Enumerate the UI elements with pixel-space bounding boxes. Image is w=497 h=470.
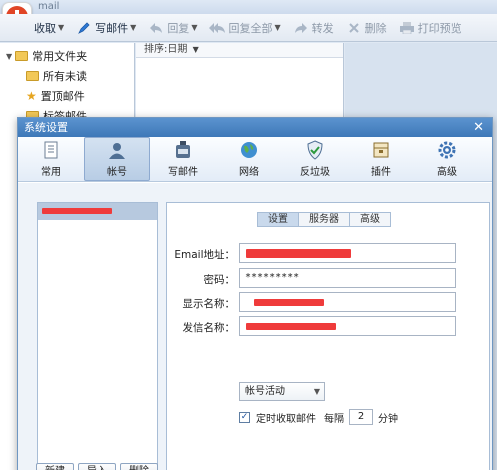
reply-all-icon	[209, 20, 226, 36]
reply-icon	[148, 20, 164, 36]
shield-icon	[305, 140, 325, 160]
tab-label: 反垃圾	[300, 167, 330, 178]
interval-input[interactable]: 2	[349, 409, 373, 425]
receive-label: 收取	[34, 21, 56, 35]
ink-bottle-icon	[173, 140, 193, 160]
main-toolbar: 收取 ▼ 写邮件 ▼ 回复 ▼ 回复全部 ▼ 转发 删除 打印预览	[0, 14, 497, 42]
folder-label: 置顶邮件	[40, 90, 85, 103]
settings-dialog: 系统设置 ✕ 常用 帐号 写邮件 网络 反垃圾 插件 高级 设置 服务器 高级 …	[17, 117, 493, 470]
user-icon	[107, 140, 127, 160]
subtab-advanced[interactable]: 高级	[349, 212, 391, 227]
email-field[interactable]	[239, 243, 456, 263]
delete-icon	[346, 20, 362, 36]
tab-network[interactable]: 网络	[216, 137, 282, 181]
auto-receive-label: 定时收取邮件	[256, 413, 316, 425]
puzzle-box-icon	[371, 140, 391, 160]
account-status-value: 帐号活动	[245, 386, 285, 397]
account-status-select[interactable]: 帐号活动 ▼	[239, 382, 325, 401]
tab-account[interactable]: 帐号	[84, 137, 150, 181]
tab-compose[interactable]: 写邮件	[150, 137, 216, 181]
account-subtabs: 设置 服务器 高级	[257, 212, 391, 227]
print-preview-button[interactable]: 打印预览	[399, 17, 462, 39]
globe-icon	[239, 140, 259, 160]
chevron-down-icon: ▼	[313, 387, 320, 396]
tab-plugins[interactable]: 插件	[348, 137, 414, 181]
close-icon[interactable]: ✕	[473, 118, 484, 137]
reply-label: 回复	[167, 21, 190, 35]
tab-general[interactable]: 常用	[18, 137, 84, 181]
compose-label: 写邮件	[95, 21, 129, 35]
auto-receive-row: ✓ 定时收取邮件 每隔 2 分钟	[239, 409, 398, 425]
folder-item-unread[interactable]: 所有未读	[26, 67, 87, 85]
settings-tab-bar: 常用 帐号 写邮件 网络 反垃圾 插件 高级	[18, 137, 492, 182]
display-name-field[interactable]	[239, 292, 456, 312]
chevron-down-icon[interactable]: ▼	[191, 23, 197, 32]
tab-label: 常用	[41, 167, 61, 178]
display-name-label: 显示名称：	[182, 298, 236, 310]
receive-button[interactable]: 收取 ▼	[34, 17, 64, 39]
folder-icon	[15, 51, 29, 61]
redacted-sender-name	[246, 323, 336, 330]
tab-antispam[interactable]: 反垃圾	[282, 137, 348, 181]
new-account-button[interactable]: 新建	[36, 463, 74, 470]
star-icon: ★	[26, 89, 37, 103]
password-label: 密码：	[203, 274, 236, 286]
app-titlebar: mail	[0, 0, 497, 14]
sender-name-field[interactable]	[239, 316, 456, 336]
redacted-display-name	[254, 299, 324, 306]
forward-label: 转发	[311, 21, 334, 35]
forward-button[interactable]: 转发	[293, 17, 334, 39]
account-list[interactable]	[37, 202, 158, 470]
document-icon	[41, 140, 61, 160]
pen-icon	[76, 20, 92, 36]
forward-icon	[293, 20, 309, 36]
auto-receive-checkbox[interactable]: ✓	[239, 411, 250, 423]
folder-label: 所有未读	[43, 70, 87, 83]
account-list-item-selected[interactable]	[38, 203, 157, 220]
delete-label: 删除	[364, 21, 387, 35]
interval-unit: 分钟	[378, 413, 398, 425]
printer-icon	[399, 20, 415, 36]
redacted-account-name	[42, 208, 112, 214]
tab-label: 高级	[437, 167, 457, 178]
folder-icon	[26, 71, 39, 81]
interval-prefix: 每隔	[324, 413, 344, 425]
email-label: Email地址：	[174, 249, 235, 261]
subtab-settings[interactable]: 设置	[257, 212, 298, 227]
app-title: mail	[38, 1, 60, 12]
print-preview-label: 打印预览	[417, 21, 462, 35]
gear-icon	[437, 140, 457, 160]
reply-all-button[interactable]: 回复全部 ▼	[209, 17, 281, 39]
folder-group-common[interactable]: ▼ 常用文件夹	[6, 47, 87, 65]
tab-label: 插件	[371, 167, 391, 178]
sort-bar[interactable]: 排序:日期 ▼	[136, 43, 343, 58]
chevron-down-icon[interactable]: ▼	[130, 23, 136, 32]
dialog-title: 系统设置	[24, 121, 68, 134]
tab-advanced[interactable]: 高级	[414, 137, 480, 181]
folder-item-pinned[interactable]: ★ 置顶邮件	[26, 87, 85, 105]
chevron-down-icon[interactable]: ▼	[274, 23, 280, 32]
dialog-body: 设置 服务器 高级 Email地址： 密码： ********* 显示名称： 发…	[18, 183, 492, 470]
reply-button[interactable]: 回复 ▼	[148, 17, 197, 39]
tab-label: 网络	[239, 167, 259, 178]
delete-button[interactable]: 删除	[346, 17, 387, 39]
chevron-down-icon: ▼	[192, 45, 199, 54]
compose-button[interactable]: 写邮件 ▼	[76, 17, 136, 39]
reply-all-label: 回复全部	[228, 21, 273, 35]
sort-label: 排序:日期	[144, 44, 188, 55]
tab-label: 帐号	[107, 167, 127, 178]
tab-label: 写邮件	[168, 167, 198, 178]
redacted-email-value	[246, 249, 351, 258]
import-account-button[interactable]: 导入	[78, 463, 116, 470]
collapse-icon[interactable]: ▼	[6, 52, 12, 61]
dialog-titlebar: 系统设置 ✕	[18, 118, 492, 137]
password-field[interactable]: *********	[239, 268, 456, 288]
subtab-server[interactable]: 服务器	[298, 212, 349, 227]
sender-name-label: 发信名称：	[182, 322, 236, 334]
chevron-down-icon[interactable]: ▼	[58, 23, 64, 32]
delete-account-button[interactable]: 删除	[120, 463, 158, 470]
account-settings-panel: 设置 服务器 高级 Email地址： 密码： ********* 显示名称： 发…	[166, 202, 490, 470]
folder-label: 常用文件夹	[32, 50, 88, 63]
